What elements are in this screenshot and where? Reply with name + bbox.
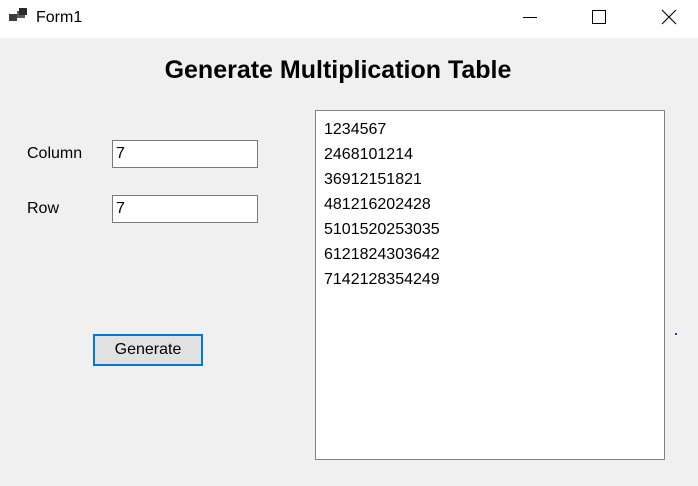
generate-button[interactable]: Generate — [93, 334, 203, 366]
maximize-button[interactable] — [576, 0, 622, 38]
close-button[interactable] — [646, 0, 692, 38]
title-bar[interactable]: Form1 — [0, 0, 698, 38]
close-icon — [661, 9, 677, 30]
output-line: 36912151821 — [324, 171, 422, 188]
output-line: 5101520253035 — [324, 221, 440, 238]
minimize-icon — [522, 9, 538, 30]
output-line: 6121824303642 — [324, 246, 440, 263]
row-label: Row — [27, 200, 60, 217]
column-input[interactable] — [112, 140, 258, 168]
stray-dot — [675, 333, 677, 335]
window-title: Form1 — [36, 9, 83, 26]
form-app-icon — [9, 8, 29, 24]
row-input[interactable] — [112, 195, 258, 223]
minimize-button[interactable] — [507, 0, 553, 38]
maximize-icon — [591, 9, 607, 30]
output-listbox[interactable]: 1234567 2468101214 36912151821 481216202… — [315, 110, 665, 460]
form1-window: Form1 Generate Multiplication Table Colu… — [0, 0, 698, 486]
output-line: 2468101214 — [324, 146, 413, 163]
page-title: Generate Multiplication Table — [164, 56, 512, 84]
output-line: 481216202428 — [324, 196, 431, 213]
output-line: 7142128354249 — [324, 271, 440, 288]
column-label: Column — [27, 145, 83, 162]
output-line: 1234567 — [324, 121, 387, 138]
